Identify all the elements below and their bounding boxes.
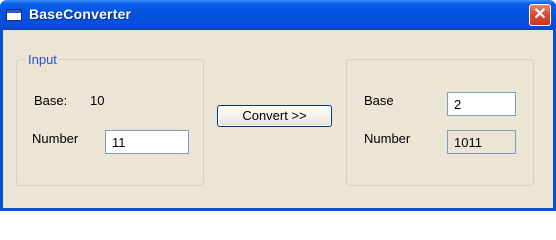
input-number-label: Number: [32, 131, 79, 146]
output-base-field[interactable]: 2: [447, 92, 516, 116]
output-group: Base 2 Number 1011: [346, 59, 534, 186]
input-group-legend: Input: [26, 52, 59, 67]
output-number-label: Number: [364, 131, 411, 146]
window-app-icon: [6, 9, 22, 21]
close-icon: ✕: [533, 6, 547, 23]
output-number-field[interactable]: 1011: [447, 130, 516, 154]
input-base-label: Base:: [34, 93, 68, 108]
input-group: Input Base: 10 Number 11: [16, 52, 204, 186]
close-button[interactable]: ✕: [529, 4, 551, 26]
title-bar[interactable]: BaseConverter ✕: [0, 0, 556, 30]
app-window: BaseConverter ✕ Input Base: 10 Number 11…: [0, 0, 556, 211]
window-border-bottom: [0, 208, 556, 211]
client-area: Input Base: 10 Number 11 Convert >> Base…: [3, 30, 553, 208]
convert-button[interactable]: Convert >>: [217, 105, 332, 127]
window-title: BaseConverter: [29, 6, 132, 22]
input-number-field[interactable]: 11: [105, 130, 189, 154]
output-base-label: Base: [364, 93, 394, 108]
input-base-value: 10: [90, 93, 105, 108]
